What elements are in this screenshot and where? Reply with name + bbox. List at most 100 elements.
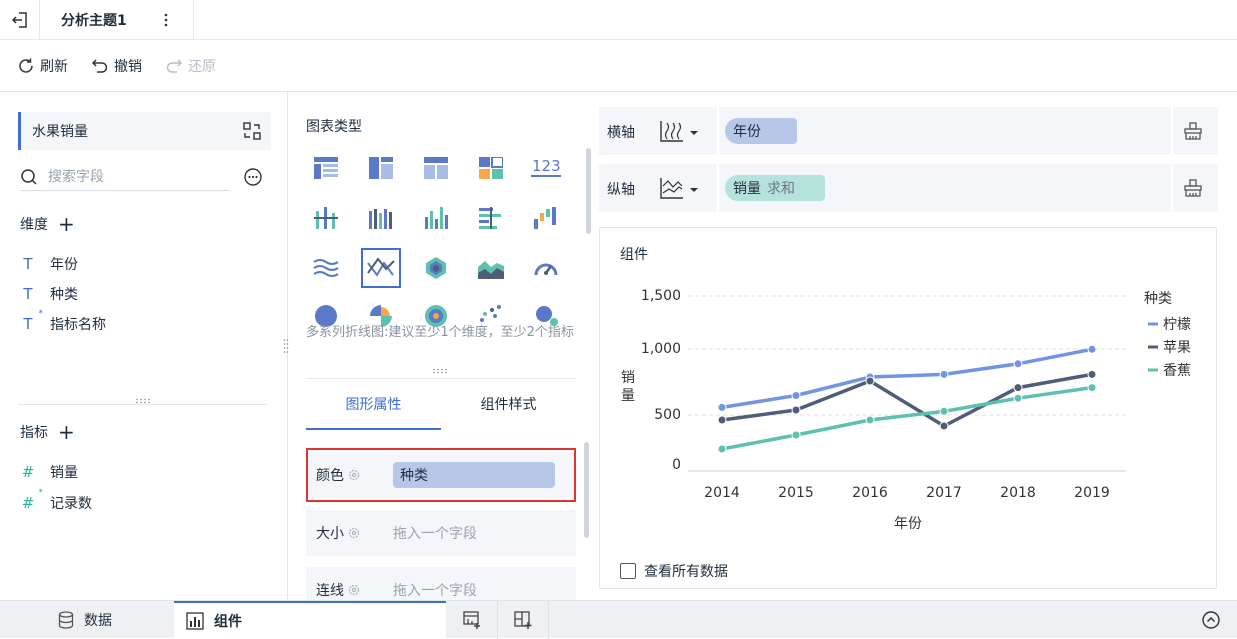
dataset-name: 水果销量 xyxy=(32,124,88,140)
refresh-button[interactable]: 刷新 xyxy=(17,56,68,76)
add-dimension-button[interactable]: + xyxy=(58,214,75,234)
resize-grip-icon[interactable] xyxy=(135,398,151,404)
x-tick-label: 2018 xyxy=(1000,485,1036,501)
dimension-field[interactable]: T * 指标名称 xyxy=(20,309,106,334)
chart-type-crosstab[interactable] xyxy=(361,148,401,188)
y-axis-field-pill[interactable]: 销量 求和 xyxy=(725,175,825,201)
metric-field[interactable]: # * 记录数 xyxy=(20,488,92,513)
chart-type-stacked-bar[interactable] xyxy=(306,198,346,238)
data-point xyxy=(791,405,801,415)
show-all-label: 查看所有数据 xyxy=(644,564,728,580)
chart-type-column[interactable] xyxy=(416,198,456,238)
chart-type-kpi-card[interactable] xyxy=(471,148,511,188)
resize-grip-icon[interactable] xyxy=(432,368,448,374)
tab-more-button[interactable] xyxy=(156,10,176,30)
add-component-button[interactable] xyxy=(462,610,482,630)
tab-graphic-properties[interactable]: 图形属性 xyxy=(306,379,441,430)
data-point xyxy=(939,406,949,416)
metric-field[interactable]: # 销量 xyxy=(20,462,78,482)
show-all-checkbox[interactable] xyxy=(620,563,636,579)
x-axis-field-pill[interactable]: 年份 xyxy=(725,118,797,144)
field-search-input[interactable] xyxy=(48,168,218,185)
data-point xyxy=(1013,393,1023,403)
metrics-label: 指标 xyxy=(20,425,48,441)
gear-icon[interactable] xyxy=(347,583,361,597)
tab-component-style[interactable]: 组件样式 xyxy=(441,379,576,430)
chart-type-radar[interactable] xyxy=(416,248,456,288)
chart-type-gauge[interactable] xyxy=(526,248,566,288)
show-all-data[interactable]: 查看所有数据 xyxy=(620,561,728,581)
column-chart-icon xyxy=(425,207,448,229)
axis-continuous-icon xyxy=(660,121,698,142)
chart-type-table[interactable] xyxy=(306,148,346,188)
property-tabs: 图形属性 组件样式 xyxy=(306,378,576,430)
search-options-button[interactable] xyxy=(243,167,263,187)
legend-title: 种类 xyxy=(1144,291,1172,307)
y-axis-row: 纵轴 销量 求和 xyxy=(599,164,1218,212)
legend-item: 香蕉 xyxy=(1163,363,1191,379)
property-scrollbar[interactable] xyxy=(584,442,589,538)
number-calc-type-icon: # * xyxy=(21,488,43,512)
undo-label: 撤销 xyxy=(114,58,142,75)
x-axis-clear-button[interactable] xyxy=(1183,121,1203,141)
bar-chart-icon xyxy=(479,207,501,229)
chart-component-icon xyxy=(186,612,204,630)
search-icon xyxy=(21,168,37,185)
tab-data[interactable]: 数据 xyxy=(0,601,174,639)
size-property-label: 大小 xyxy=(316,526,344,542)
y-tick-label: 1,000 xyxy=(641,341,681,357)
dimension-field[interactable]: T 年份 xyxy=(20,254,78,274)
y-axis-clear-button[interactable] xyxy=(1183,178,1203,198)
y-axis-type-selector[interactable] xyxy=(657,174,707,202)
add-metric-button[interactable]: + xyxy=(58,422,75,442)
tab-component[interactable]: 组件 xyxy=(174,601,446,639)
chart-type-scrollbar[interactable] xyxy=(586,148,591,234)
size-drop-zone[interactable]: 拖入一个字段 xyxy=(393,523,477,543)
x-axis-label: 横轴 xyxy=(607,125,635,141)
chart-component: 组件 1,500 1,000 500 0 2014 2015 2016 2017 2018 20… xyxy=(599,227,1217,589)
y-tick-label: 1,500 xyxy=(641,288,681,304)
data-point xyxy=(717,415,727,425)
gauge-icon xyxy=(534,263,558,276)
add-dashboard-button[interactable] xyxy=(513,610,533,630)
y-axis-title: 销量 xyxy=(621,370,635,404)
dataset-selector[interactable]: 水果销量 xyxy=(18,112,271,150)
toolbar: 刷新 撤销 还原 xyxy=(0,40,1237,92)
x-tick-label: 2017 xyxy=(926,485,962,501)
collapse-panel-button[interactable] xyxy=(1201,610,1221,630)
chart-type-detail-table[interactable] xyxy=(416,148,456,188)
kpi-card-icon xyxy=(479,157,503,179)
chart-type-bar[interactable] xyxy=(471,198,511,238)
table-icon xyxy=(314,157,338,179)
switch-dataset-button[interactable] xyxy=(242,121,262,141)
chart-type-area[interactable] xyxy=(471,248,511,288)
chart-type-waterfall[interactable] xyxy=(526,198,566,238)
metric-field-label: 记录数 xyxy=(50,496,92,512)
x-axis-type-selector[interactable] xyxy=(657,117,707,145)
redo-icon xyxy=(166,58,183,73)
chart-type-label: 图表类型 xyxy=(306,119,362,135)
chart-type-number[interactable]: 123 xyxy=(526,148,566,188)
waterfall-icon xyxy=(534,207,556,229)
more-circle-icon xyxy=(244,168,262,186)
data-point xyxy=(791,430,801,440)
chart-type-grouped-column[interactable] xyxy=(361,198,401,238)
chart-type-multi-line[interactable] xyxy=(361,248,401,288)
chart-type-area-line[interactable] xyxy=(306,248,346,288)
legend-item: 柠檬 xyxy=(1163,317,1191,333)
text-type-icon: T xyxy=(23,255,33,273)
exit-button[interactable] xyxy=(0,0,40,40)
dimension-field[interactable]: T 种类 xyxy=(20,284,78,304)
undo-button[interactable]: 撤销 xyxy=(91,56,142,76)
add-dashboard-icon xyxy=(514,611,532,629)
more-vertical-icon xyxy=(164,13,168,27)
connect-line-drop-zone[interactable]: 拖入一个字段 xyxy=(393,580,477,600)
gear-icon[interactable] xyxy=(347,526,361,540)
data-point xyxy=(717,444,727,454)
panel-divider xyxy=(18,404,268,405)
redo-button[interactable]: 还原 xyxy=(165,56,216,76)
data-point xyxy=(865,376,875,386)
data-tab-label: 数据 xyxy=(84,613,112,629)
refresh-label: 刷新 xyxy=(40,58,68,75)
y-tick-label: 500 xyxy=(654,407,681,423)
